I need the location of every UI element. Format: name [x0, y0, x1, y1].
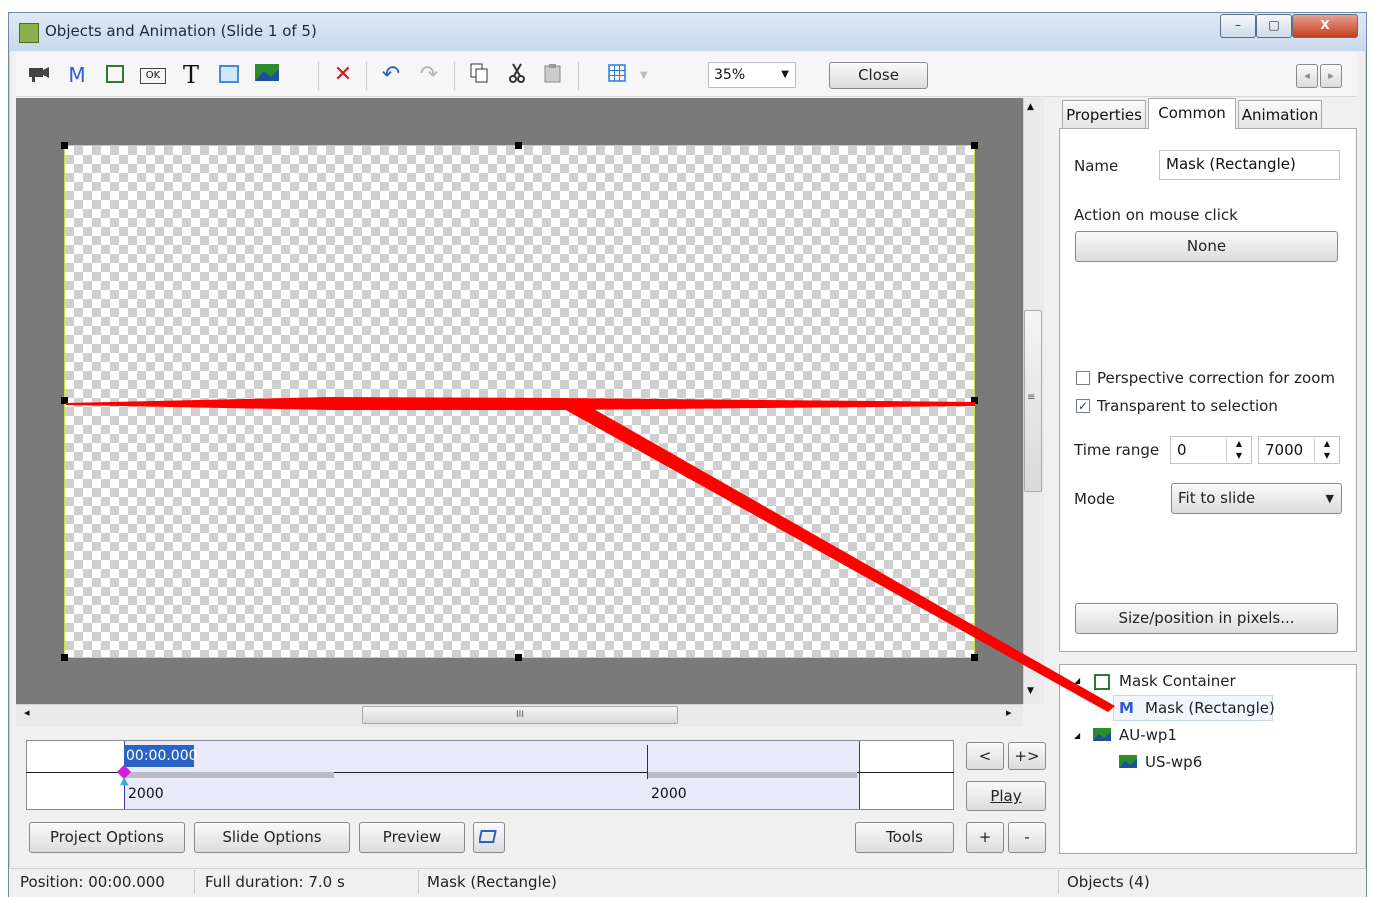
resize-handle[interactable]: [515, 142, 522, 149]
perspective-checkbox[interactable]: [1076, 371, 1090, 385]
resize-handle[interactable]: [971, 142, 978, 149]
grid-icon[interactable]: [604, 62, 630, 88]
mask-m-icon: M: [1119, 699, 1134, 717]
time-to-spinner[interactable]: ▲ ▼: [1314, 438, 1339, 462]
timeline-bar: [124, 772, 334, 778]
checkmark-icon: ✓: [1077, 399, 1089, 413]
next-keyframe-button[interactable]: +>: [1008, 742, 1046, 770]
rectangle-tool-icon[interactable]: [102, 62, 128, 88]
status-duration: Full duration: 7.0 s: [205, 873, 345, 891]
keyframe-label-mid: 2000: [651, 786, 687, 802]
frame-tool-icon[interactable]: [216, 62, 242, 88]
action-select-button[interactable]: None: [1075, 231, 1338, 262]
app-icon: [19, 23, 39, 43]
delete-icon[interactable]: ✕: [330, 62, 356, 88]
tools-button[interactable]: Tools: [855, 822, 954, 853]
preview-button[interactable]: Preview: [359, 822, 465, 853]
prev-keyframe-button[interactable]: <: [966, 742, 1004, 770]
zoom-value: 35%: [714, 67, 746, 83]
tree-item-label[interactable]: Mask Container: [1119, 672, 1236, 690]
copy-icon[interactable]: [466, 62, 492, 88]
project-options-button[interactable]: Project Options: [29, 822, 185, 853]
status-separator: [194, 870, 195, 894]
scroll-right-icon[interactable]: ▸: [1006, 706, 1012, 719]
horizontal-scroll-thumb[interactable]: III: [362, 706, 678, 724]
name-input[interactable]: Mask (Rectangle): [1159, 150, 1340, 180]
resize-handle[interactable]: [61, 654, 68, 661]
name-label: Name: [1074, 157, 1119, 175]
scroll-down-icon[interactable]: ▼: [1027, 686, 1034, 696]
text-tool-icon[interactable]: T: [178, 62, 204, 88]
mode-select[interactable]: Fit to slide ▼: [1171, 483, 1342, 514]
camera-icon[interactable]: [26, 62, 52, 88]
action-label: Action on mouse click: [1074, 206, 1238, 224]
timeline-keyframe-line: [647, 745, 648, 779]
image-icon: [1118, 754, 1138, 774]
transparent-label: Transparent to selection: [1097, 397, 1278, 415]
perspective-label: Perspective correction for zoom: [1097, 369, 1336, 387]
toolbar-separator: [454, 62, 455, 90]
image-tool-icon[interactable]: [254, 62, 280, 88]
size-position-button[interactable]: Size/position in pixels...: [1075, 603, 1338, 634]
screen-preview-button[interactable]: [473, 822, 505, 853]
image-icon: [1092, 727, 1112, 747]
resize-handle[interactable]: [971, 654, 978, 661]
play-button[interactable]: Play: [966, 781, 1046, 811]
nav-prev-button[interactable]: ◂: [1296, 64, 1318, 88]
scroll-left-icon[interactable]: ◂: [24, 706, 30, 719]
status-separator: [418, 870, 419, 894]
tree-item-label[interactable]: Mask (Rectangle): [1145, 699, 1275, 717]
mask-container-icon: [1092, 672, 1112, 696]
resize-handle[interactable]: [61, 397, 68, 404]
timeline-bar: [647, 772, 857, 778]
tree-item-label[interactable]: AU-wp1: [1119, 726, 1177, 744]
nav-next-button[interactable]: ▸: [1320, 64, 1342, 88]
chevron-down-icon: ▼: [781, 69, 789, 80]
button-tool-icon[interactable]: OK: [140, 68, 166, 84]
remove-keyframe-button[interactable]: -: [1008, 822, 1046, 853]
tab-properties[interactable]: Properties: [1062, 100, 1146, 128]
resize-handle[interactable]: [971, 397, 978, 404]
zoom-select[interactable]: 35% ▼: [708, 62, 796, 88]
resize-handle[interactable]: [61, 142, 68, 149]
tab-common[interactable]: Common: [1148, 98, 1236, 129]
minimize-button[interactable]: –: [1220, 14, 1256, 38]
tab-animation[interactable]: Animation: [1238, 100, 1322, 128]
close-window-button[interactable]: X: [1292, 14, 1358, 38]
add-keyframe-button[interactable]: +: [966, 822, 1004, 853]
time-range-label: Time range: [1074, 441, 1160, 459]
scroll-up-icon[interactable]: ▲: [1027, 102, 1034, 112]
expand-arrow-icon[interactable]: ◢: [1074, 676, 1080, 685]
expand-arrow-icon[interactable]: ◢: [1074, 731, 1080, 740]
current-time-label: 00:00.000: [124, 745, 198, 767]
paste-icon[interactable]: [540, 62, 566, 88]
toolbar-separator: [366, 62, 367, 90]
window-icon: [478, 830, 497, 843]
grid-dropdown-icon[interactable]: ▼: [640, 70, 648, 81]
slide-board[interactable]: [64, 145, 975, 658]
mask-tool-icon[interactable]: M: [64, 62, 90, 88]
mode-value: Fit to slide: [1178, 489, 1256, 507]
time-from-spinner[interactable]: ▲ ▼: [1226, 438, 1251, 462]
transparent-checkbox[interactable]: ✓: [1076, 399, 1090, 413]
status-position: Position: 00:00.000: [20, 873, 165, 891]
chevron-down-icon: ▼: [1325, 492, 1334, 505]
slide-options-button[interactable]: Slide Options: [194, 822, 350, 853]
status-separator: [1058, 870, 1059, 894]
resize-handle[interactable]: [515, 654, 522, 661]
tree-item-label[interactable]: US-wp6: [1145, 753, 1202, 771]
undo-icon[interactable]: ↶: [378, 62, 404, 88]
close-button[interactable]: Close: [829, 62, 928, 89]
cut-icon[interactable]: [504, 62, 530, 88]
scroll-grip-icon: ≡: [1027, 392, 1036, 403]
status-selected-object: Mask (Rectangle): [427, 873, 557, 891]
window-title: Objects and Animation (Slide 1 of 5): [45, 22, 317, 40]
toolbar-separator: [578, 62, 579, 90]
keyframe-label-start: 2000: [128, 786, 164, 802]
maximize-button[interactable]: □: [1256, 14, 1292, 38]
redo-icon[interactable]: ↷: [416, 62, 442, 88]
toolbar-separator: [318, 62, 319, 90]
mode-label: Mode: [1074, 490, 1115, 508]
status-object-count: Objects (4): [1067, 873, 1150, 891]
